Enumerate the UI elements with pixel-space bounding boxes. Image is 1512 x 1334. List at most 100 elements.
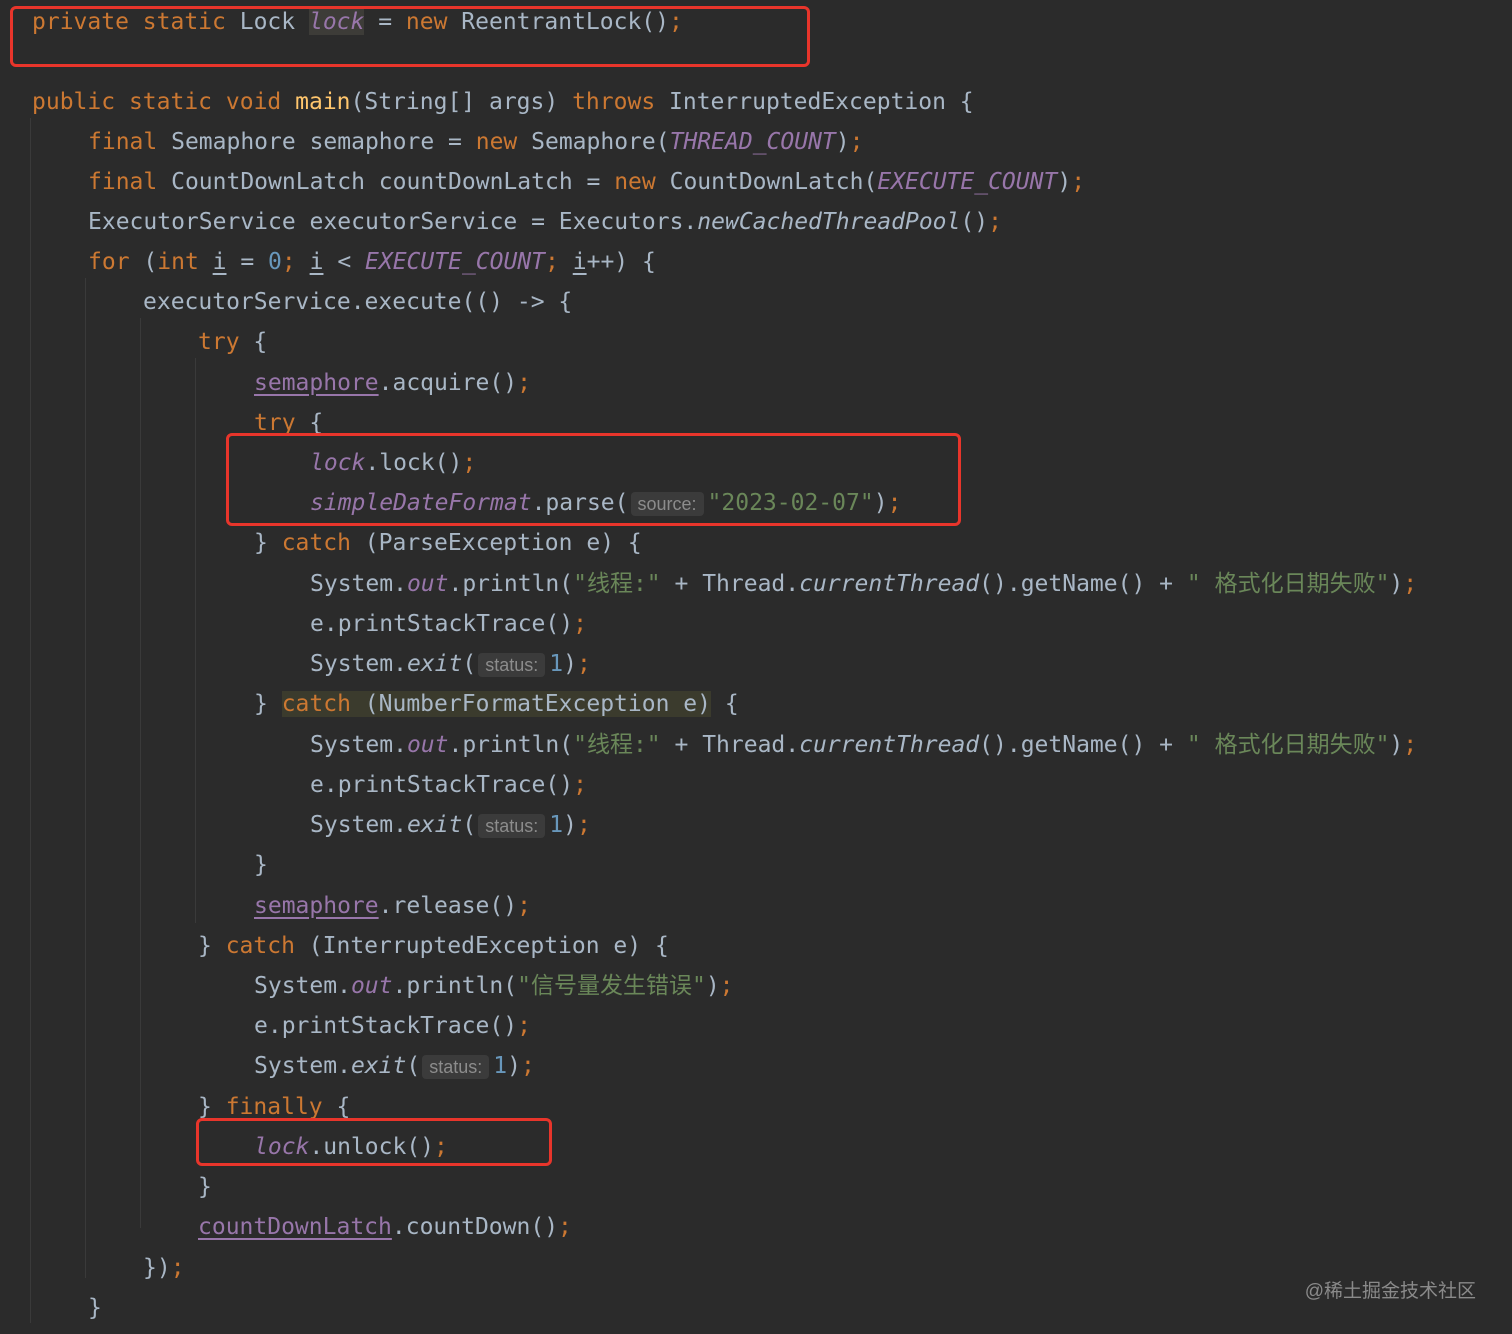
code-text: (: [406, 1053, 421, 1079]
code-text: }): [143, 1255, 171, 1281]
static-field: out: [350, 973, 393, 999]
code-line[interactable]: System.exit(status: 1);: [310, 644, 591, 684]
code-text: CountDownLatch countDownLatch =: [171, 169, 615, 195]
punctuation: ;: [517, 893, 531, 919]
code-line[interactable]: System.exit(status: 1);: [310, 805, 591, 845]
code-text: .println(: [448, 732, 574, 758]
code-text: System.: [310, 812, 407, 838]
punctuation: ;: [281, 249, 310, 275]
code-text: {: [710, 691, 739, 717]
code-editor[interactable]: private static Lock lock = new Reentrant…: [0, 0, 1512, 1334]
code-text: ): [563, 651, 577, 677]
code-line[interactable]: for (int i = 0; i < EXECUTE_COUNT; i++) …: [88, 242, 656, 282]
punctuation: ;: [520, 1053, 535, 1079]
code-text: ): [835, 129, 850, 155]
code-line[interactable]: System.out.println("线程:" + Thread.curren…: [310, 725, 1417, 765]
code-text: System.: [254, 1053, 351, 1079]
code-line[interactable]: ExecutorService executorService = Execut…: [88, 202, 1002, 242]
code-line[interactable]: }: [198, 1167, 212, 1207]
code-line[interactable]: System.out.println("信号量发生错误");: [254, 966, 734, 1006]
code-text: {: [336, 1094, 351, 1120]
code-text: }: [254, 691, 282, 717]
code-text: CountDownLatch(: [669, 169, 878, 195]
punctuation: ;: [573, 611, 587, 637]
static-field: out: [406, 571, 449, 597]
static-method: currentThread: [799, 571, 980, 597]
punctuation: ;: [170, 1255, 185, 1281]
punctuation: ;: [573, 772, 587, 798]
code-text: ().getName() +: [979, 571, 1187, 597]
code-text: (: [462, 812, 477, 838]
code-text: }: [88, 1295, 102, 1321]
code-line[interactable]: semaphore.release();: [254, 886, 531, 926]
code-text: ): [1057, 169, 1072, 195]
code-line[interactable]: e.printStackTrace();: [310, 765, 587, 805]
code-line[interactable]: final Semaphore semaphore = new Semaphor…: [88, 122, 864, 162]
loop-variable: i: [572, 249, 587, 275]
keyword: catch: [281, 691, 365, 717]
keyword: new: [475, 129, 532, 155]
keyword: static: [128, 89, 226, 115]
code-text: e.printStackTrace(): [254, 1013, 518, 1039]
code-text: executorService.execute(() -> {: [143, 289, 573, 315]
static-method: exit: [406, 651, 463, 677]
static-field: THREAD_COUNT: [669, 129, 836, 155]
punctuation: ;: [1403, 571, 1418, 597]
code-text: Semaphore(: [531, 129, 670, 155]
code-line[interactable]: } catch (ParseException e) {: [254, 523, 642, 563]
code-text: System.: [310, 651, 407, 677]
code-text: (ParseException e) {: [364, 530, 642, 556]
code-line[interactable]: semaphore.acquire();: [254, 363, 531, 403]
punctuation: ;: [1403, 732, 1418, 758]
number-literal: 1: [493, 1053, 508, 1079]
code-line[interactable]: e.printStackTrace();: [310, 604, 587, 644]
static-method: exit: [350, 1053, 407, 1079]
code-line[interactable]: countDownLatch.countDown();: [198, 1207, 572, 1247]
code-text: InterruptedException {: [669, 89, 974, 115]
method-name: main: [295, 89, 351, 115]
code-text: System.: [310, 732, 407, 758]
code-text: + Thread.: [660, 732, 800, 758]
code-text: ExecutorService executorService = Execut…: [88, 209, 698, 235]
keyword: throws: [572, 89, 670, 115]
code-text: e.printStackTrace(): [310, 611, 574, 637]
code-text: ): [1389, 571, 1404, 597]
code-text: Semaphore semaphore =: [171, 129, 476, 155]
code-text: <: [323, 249, 366, 275]
code-line[interactable]: });: [143, 1248, 185, 1288]
parameter-hint: status:: [478, 814, 546, 838]
code-text: ): [507, 1053, 521, 1079]
code-text: ++) {: [586, 249, 656, 275]
code-line[interactable]: }: [88, 1288, 102, 1328]
punctuation: ;: [719, 973, 734, 999]
code-line[interactable]: } catch (NumberFormatException e) {: [254, 684, 739, 724]
static-field: out: [406, 732, 449, 758]
keyword: try: [198, 329, 254, 355]
code-text: }: [198, 1174, 212, 1200]
number-literal: 1: [549, 812, 564, 838]
code-line[interactable]: executorService.execute(() -> {: [143, 282, 572, 322]
code-line[interactable]: final CountDownLatch countDownLatch = ne…: [88, 162, 1085, 202]
string-literal: "线程:": [573, 571, 661, 597]
code-line[interactable]: } catch (InterruptedException e) {: [198, 926, 669, 966]
code-line[interactable]: public static void main(String[] args) t…: [32, 82, 974, 122]
code-text: {: [253, 329, 268, 355]
punctuation: ;: [545, 249, 573, 275]
string-literal: "线程:": [573, 732, 661, 758]
code-line[interactable]: System.out.println("线程:" + Thread.curren…: [310, 564, 1417, 604]
code-line[interactable]: }: [254, 845, 268, 885]
punctuation: ;: [1071, 169, 1086, 195]
code-line[interactable]: try {: [198, 322, 267, 362]
code-text: ): [563, 812, 577, 838]
keyword: catch: [281, 530, 365, 556]
code-line[interactable]: System.exit(status: 1);: [254, 1046, 535, 1086]
indent-guide: [140, 318, 141, 1228]
number-literal: 1: [549, 651, 564, 677]
code-text: (String[] args): [350, 89, 573, 115]
code-text: (: [143, 249, 158, 275]
code-text: }: [198, 1094, 226, 1120]
code-line[interactable]: e.printStackTrace();: [254, 1006, 531, 1046]
code-text: .release(): [378, 893, 518, 919]
annotation-box-unlock: [196, 1118, 552, 1166]
code-text: System.: [254, 973, 351, 999]
